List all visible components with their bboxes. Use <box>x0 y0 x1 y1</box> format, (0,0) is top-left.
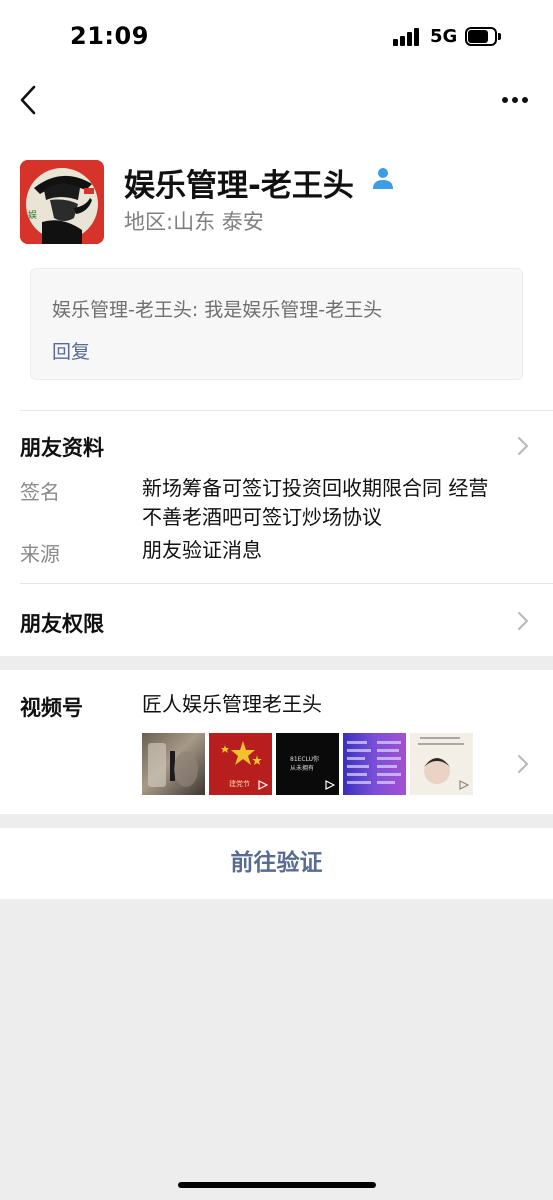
contact-person-icon <box>370 165 396 191</box>
chevron-right-icon <box>518 755 528 773</box>
signature-line-2: 不善老酒吧可签订炒场协议 <box>142 505 382 529</box>
battery-icon <box>465 27 501 46</box>
video-channel-row[interactable]: 视频号 匠人娱乐管理老王头 建党节 81ECLU你 从未拥有 <box>0 670 553 814</box>
svg-text:娱: 娱 <box>28 209 37 221</box>
play-icon <box>258 780 268 790</box>
video-thumbnail[interactable] <box>410 733 473 795</box>
thumbnail-image <box>347 741 401 784</box>
avatar[interactable]: 娱 <box>20 160 104 244</box>
video-thumbnail[interactable] <box>343 733 406 795</box>
reply-link[interactable]: 回复 <box>52 337 90 364</box>
verification-message-text: 娱乐管理-老王头: 我是娱乐管理-老王头 <box>52 299 383 321</box>
avatar-image: 娱 <box>20 160 104 244</box>
video-thumbnail[interactable]: 81ECLU你 从未拥有 <box>276 733 339 795</box>
play-icon <box>459 780 469 790</box>
status-bar: 21:09 5G <box>0 0 553 70</box>
network-type: 5G <box>430 26 458 47</box>
home-indicator <box>178 1182 376 1188</box>
signature-value: 新场筹备可签订投资回收期限合同 经营 不善老酒吧可签订炒场协议 <box>142 474 488 532</box>
source-label: 来源 <box>20 542 60 566</box>
friend-profile-row[interactable]: 朋友资料 <box>0 410 553 472</box>
video-thumbnail[interactable]: 建党节 <box>209 733 272 795</box>
video-channel-name: 匠人娱乐管理老王头 <box>142 692 322 716</box>
profile-region: 地区:山东 泰安 <box>124 210 264 234</box>
profile-name: 娱乐管理-老王头 <box>124 168 354 204</box>
friend-info-section: 朋友资料 签名 新场筹备可签订投资回收期限合同 经营 不善老酒吧可签订炒场协议 … <box>0 410 553 656</box>
nav-bar <box>0 70 553 130</box>
back-button[interactable] <box>14 84 46 116</box>
thumbnail-caption: 建党节 <box>229 780 250 788</box>
friend-permissions-row[interactable]: 朋友权限 <box>0 584 553 656</box>
chevron-left-icon <box>20 85 36 115</box>
profile-card: 娱 娱乐管理-老王头 地区:山东 泰安 娱乐管理-老王头: 我是娱乐管理-老王头… <box>0 130 553 410</box>
status-time: 21:09 <box>70 22 149 50</box>
verify-button-label: 前往验证 <box>230 850 323 876</box>
video-thumbnail[interactable] <box>142 733 205 795</box>
source-value: 朋友验证消息 <box>142 538 262 562</box>
play-icon <box>325 780 335 790</box>
friend-permissions-title: 朋友权限 <box>20 612 104 636</box>
thumbnail-caption: 81ECLU你 从未拥有 <box>290 756 320 772</box>
signal-icon <box>393 28 423 46</box>
chevron-right-icon <box>518 437 528 455</box>
verify-button[interactable]: 前往验证 <box>0 828 553 899</box>
signature-line-1: 新场筹备可签订投资回收期限合同 经营 <box>142 476 489 500</box>
thumbnail-image <box>148 743 198 787</box>
friend-profile-title: 朋友资料 <box>20 436 104 460</box>
video-channel-label: 视频号 <box>20 696 83 720</box>
verification-message: 娱乐管理-老王头: 我是娱乐管理-老王头 回复 <box>30 268 523 380</box>
more-button[interactable] <box>496 84 536 116</box>
chevron-right-icon <box>518 612 528 630</box>
more-horizontal-icon <box>502 97 528 103</box>
signature-label: 签名 <box>20 480 60 504</box>
